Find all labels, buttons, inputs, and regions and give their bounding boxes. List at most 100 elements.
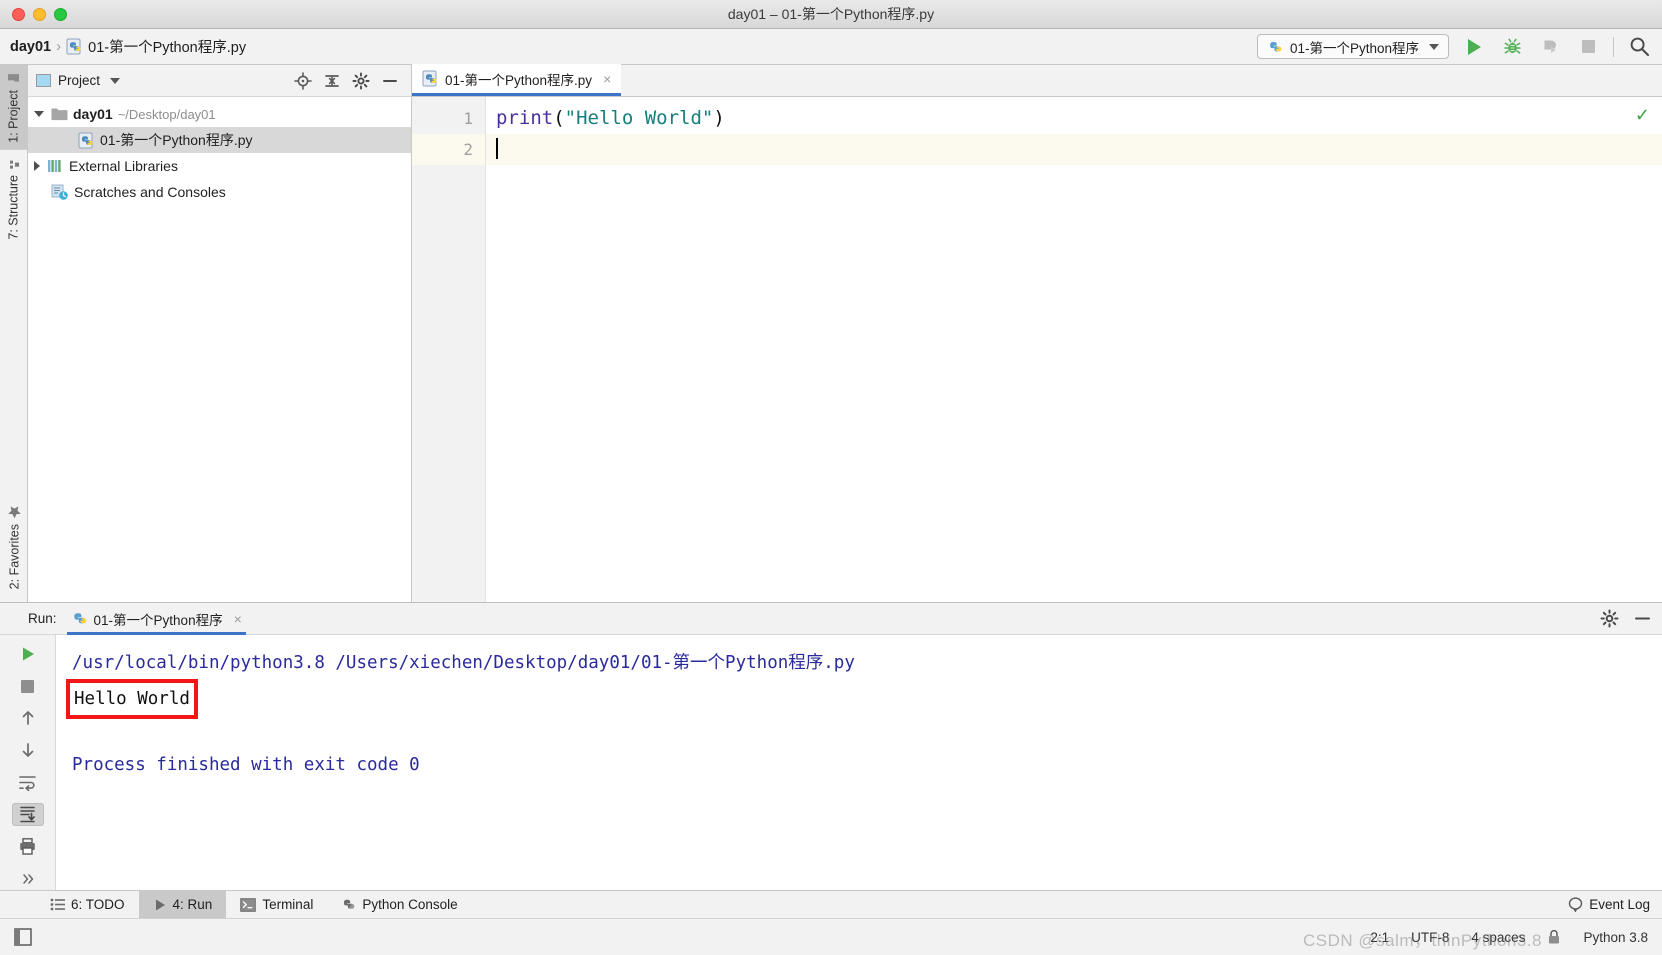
hide-icon[interactable] xyxy=(381,72,399,90)
collapse-all-icon[interactable] xyxy=(323,72,341,90)
lock-icon[interactable] xyxy=(1547,929,1561,945)
stop-button[interactable] xyxy=(1575,34,1601,60)
sidebar-item-project[interactable]: 1: Project xyxy=(0,65,27,150)
stop-run-button[interactable] xyxy=(12,675,44,698)
project-panel-header: Project xyxy=(28,65,411,97)
project-tool-window: Project day01 ~/Desktop/day01 01-第一个Pyth… xyxy=(28,65,412,602)
bottom-item-terminal[interactable]: Terminal xyxy=(226,891,327,919)
python-icon xyxy=(1267,39,1283,55)
bottom-item-python-console[interactable]: Python Console xyxy=(327,891,471,919)
python-interpreter[interactable]: Python 3.8 xyxy=(1583,930,1648,945)
code-content[interactable]: print("Hello World") xyxy=(486,97,1662,602)
locate-icon[interactable] xyxy=(294,71,312,90)
status-bar-right: 2:1 UTF-8 4 spaces Python 3.8 xyxy=(1370,929,1648,945)
close-icon[interactable]: × xyxy=(603,71,611,87)
code-editor[interactable]: 1 2 print("Hello World") ✓ xyxy=(412,97,1662,602)
window-title-bar: day01 – 01-第一个Python程序.py xyxy=(0,0,1662,29)
run-window-tab[interactable]: 01-第一个Python程序 × xyxy=(66,603,246,635)
window-controls xyxy=(12,7,67,21)
arrow-down-icon xyxy=(19,741,37,759)
scroll-end-icon xyxy=(18,805,37,824)
editor-tab-label: 01-第一个Python程序.py xyxy=(445,72,593,88)
breadcrumb-separator: › xyxy=(56,38,62,55)
close-icon[interactable]: × xyxy=(234,611,242,627)
breadcrumb-file[interactable]: 01-第一个Python程序.py xyxy=(66,36,246,57)
more-actions-button[interactable] xyxy=(12,867,44,890)
tree-node-scratches[interactable]: Scratches and Consoles xyxy=(28,179,411,205)
code-line[interactable] xyxy=(486,134,1662,165)
indent-setting[interactable]: 4 spaces xyxy=(1471,930,1525,945)
chevron-down-icon[interactable] xyxy=(110,77,121,84)
code-token-function: print xyxy=(496,107,554,129)
chevron-down-icon xyxy=(1429,43,1439,50)
text-caret xyxy=(496,138,498,159)
bottom-item-terminal-label: Terminal xyxy=(262,897,314,912)
down-stacktrace-button[interactable] xyxy=(12,739,44,762)
gear-icon[interactable] xyxy=(1600,609,1619,628)
chevrons-right-icon xyxy=(19,870,37,888)
scroll-to-end-button[interactable] xyxy=(11,802,44,827)
run-window-header-actions xyxy=(1600,609,1652,628)
pycharm-window: day01 – 01-第一个Python程序.py day01 › 01-第一个… xyxy=(0,0,1662,955)
coverage-button[interactable] xyxy=(1537,34,1563,60)
tree-node-external-libraries[interactable]: External Libraries xyxy=(28,153,411,179)
gear-icon[interactable] xyxy=(352,71,370,90)
run-configuration-selector[interactable]: 01-第一个Python程序 xyxy=(1256,34,1449,59)
tree-node-day01[interactable]: day01 ~/Desktop/day01 xyxy=(28,101,411,127)
python-file-icon xyxy=(422,70,439,87)
console-output-text: Hello World xyxy=(74,689,190,709)
print-button[interactable] xyxy=(12,835,44,858)
bottom-item-todo[interactable]: 6: TODO xyxy=(36,891,139,919)
close-window-button[interactable] xyxy=(12,7,25,21)
project-tree: day01 ~/Desktop/day01 01-第一个Python程序.py … xyxy=(28,97,411,602)
status-bar: CSDN @salm，thinPython3.8 2:1 UTF-8 4 spa… xyxy=(0,918,1662,955)
console-finish-line: Process finished with exit code 0 xyxy=(72,755,420,775)
run-window-sidebar xyxy=(0,635,56,890)
code-line[interactable]: print("Hello World") xyxy=(486,103,1662,134)
breadcrumb: day01 › 01-第一个Python程序.py xyxy=(10,36,246,57)
minimize-window-button[interactable] xyxy=(33,7,46,21)
run-button[interactable] xyxy=(1461,34,1487,60)
balloon-icon xyxy=(1568,897,1583,912)
caret-position[interactable]: 2:1 xyxy=(1370,930,1389,945)
sidebar-item-structure[interactable]: 7: Structure xyxy=(0,150,27,247)
hide-icon[interactable] xyxy=(1633,609,1652,628)
file-encoding[interactable]: UTF-8 xyxy=(1411,930,1449,945)
rerun-button[interactable] xyxy=(12,643,44,666)
debug-button[interactable] xyxy=(1499,34,1525,60)
event-log-button[interactable]: Event Log xyxy=(1568,897,1662,912)
printer-icon xyxy=(18,837,37,856)
code-token-punct: ( xyxy=(553,107,565,129)
tree-node-label: Scratches and Consoles xyxy=(74,184,226,200)
play-icon xyxy=(1467,38,1481,55)
sidebar-item-favorites-label: 2: Favorites xyxy=(7,523,21,589)
inspection-status-icon[interactable]: ✓ xyxy=(1635,105,1650,126)
search-icon xyxy=(1629,36,1650,57)
python-file-icon xyxy=(66,38,83,55)
soft-wrap-button[interactable] xyxy=(12,771,44,794)
code-token-punct: ) xyxy=(713,107,725,129)
run-window-tab-label: 01-第一个Python程序 xyxy=(93,612,223,628)
layout-icon[interactable] xyxy=(14,928,32,946)
libraries-icon xyxy=(47,158,64,174)
console-command-line: /usr/local/bin/python3.8 /Users/xiechen/… xyxy=(72,653,855,673)
project-icon xyxy=(7,72,20,85)
zoom-window-button[interactable] xyxy=(54,7,67,21)
project-panel-title: Project xyxy=(58,73,101,88)
bug-icon xyxy=(1503,37,1522,56)
editor-tab[interactable]: 01-第一个Python程序.py × xyxy=(412,64,622,96)
bottom-item-run[interactable]: 4: Run xyxy=(138,890,227,919)
tree-node-python-file[interactable]: 01-第一个Python程序.py xyxy=(28,127,411,153)
search-everywhere-button[interactable] xyxy=(1626,34,1652,60)
sidebar-bottom-group: 2: Favorites xyxy=(0,497,28,596)
chevron-right-icon[interactable] xyxy=(34,161,40,171)
sidebar-item-favorites[interactable]: 2: Favorites xyxy=(7,497,22,596)
console-output[interactable]: /usr/local/bin/python3.8 /Users/xiechen/… xyxy=(56,635,1662,890)
chevron-down-icon[interactable] xyxy=(34,111,44,117)
play-icon xyxy=(19,645,37,663)
arrow-up-icon xyxy=(19,709,37,727)
bottom-item-todo-label: 6: TODO xyxy=(71,897,125,912)
sidebar-item-project-label: 1: Project xyxy=(6,90,21,143)
breadcrumb-project[interactable]: day01 xyxy=(10,39,51,55)
up-stacktrace-button[interactable] xyxy=(12,707,44,730)
